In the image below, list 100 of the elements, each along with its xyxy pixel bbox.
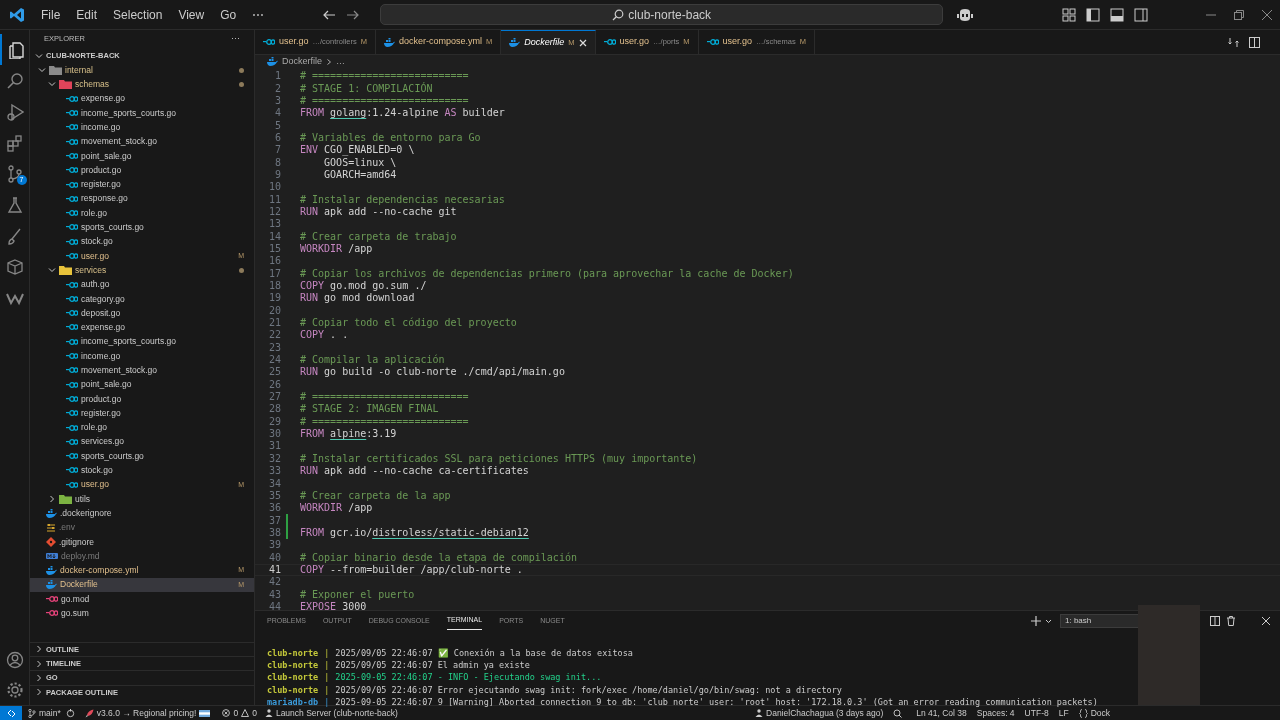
run-debug-icon[interactable] xyxy=(5,102,24,121)
file-tree-item[interactable]: auth.go xyxy=(30,277,254,292)
file-tree-item[interactable]: register.go xyxy=(30,177,254,192)
file-tree-item[interactable]: schemas xyxy=(30,77,254,92)
forward-arrow-icon xyxy=(346,8,361,21)
line-number: 39 xyxy=(267,539,282,552)
file-tree-item[interactable]: expense.go xyxy=(30,91,254,106)
whale-icon xyxy=(383,37,395,47)
file-tree-item[interactable]: .gitignore xyxy=(30,534,254,550)
go-file-icon xyxy=(66,366,78,375)
code-line: # Copiar todo el código del proyecto xyxy=(300,317,517,330)
file-tree-item[interactable]: movement_stock.go xyxy=(30,134,254,149)
branch-status[interactable]: main* xyxy=(28,706,61,720)
file-tree-item[interactable]: internal xyxy=(30,63,254,78)
go-file-icon xyxy=(66,109,78,118)
file-tree-item[interactable]: income_sports_courts.go xyxy=(30,105,254,121)
git-blame-status[interactable]: DanielChachagua (3 days ago) xyxy=(755,706,884,720)
code-line: # Variables de entorno para Go xyxy=(300,131,481,144)
log-message: 2025/09/05 22:46:07 El admin ya existe xyxy=(335,659,530,672)
cursor-position[interactable]: Ln 41, Col 38 xyxy=(916,706,967,720)
code-line: FROM golang:1.24-alpine AS builder xyxy=(300,107,505,120)
markdown-icon xyxy=(46,552,58,561)
line-number: 21 xyxy=(267,317,282,330)
file-tree-item[interactable]: response.go xyxy=(30,191,254,206)
language-mode[interactable]: Dock xyxy=(1078,706,1110,720)
file-tree-item[interactable]: product.go xyxy=(30,163,254,178)
go-file-icon xyxy=(66,423,78,432)
remote-indicator[interactable] xyxy=(0,706,22,720)
search-icon[interactable] xyxy=(5,71,24,90)
indentation-status[interactable]: Spaces: 4 xyxy=(976,706,1015,720)
line-ending-status[interactable]: LF xyxy=(1058,706,1069,720)
menu-item[interactable]: View xyxy=(170,5,213,24)
file-tree-item[interactable]: point_sale.go xyxy=(30,148,254,164)
go-file-icon xyxy=(66,352,78,361)
line-number: 36 xyxy=(267,502,282,515)
line-number: 3 xyxy=(273,94,282,107)
file-tree-item[interactable]: product.go xyxy=(30,391,254,407)
file-tree-item[interactable]: movement_stock.go xyxy=(30,363,254,378)
separator: | xyxy=(324,646,330,660)
go-file-icon xyxy=(66,94,78,103)
launch-status[interactable]: Launch Server (club-norte-back) xyxy=(264,706,398,720)
file-tree-item[interactable]: sports_courts.go xyxy=(30,220,254,235)
file-tree-item[interactable]: services.go xyxy=(30,434,254,449)
file-tree-item[interactable]: .dockerignore xyxy=(30,506,254,521)
toggle-sidebar-icon xyxy=(1086,7,1101,22)
file-tree-item[interactable]: utils xyxy=(30,491,254,507)
file-tree-item[interactable]: go.sum xyxy=(30,606,254,621)
extensions-icon[interactable] xyxy=(5,133,24,152)
line-number: 26 xyxy=(267,378,282,391)
problems-status[interactable]: 0 0 xyxy=(222,706,257,720)
terminal-select[interactable]: 1: bash xyxy=(1060,614,1140,628)
remote-icon xyxy=(6,708,16,718)
command-center-search[interactable]: club-norte-back xyxy=(380,4,944,25)
source-control-icon[interactable] xyxy=(5,164,24,183)
line-number: 28 xyxy=(267,403,282,416)
flask-icon[interactable] xyxy=(5,195,24,214)
menu-item[interactable]: Go xyxy=(212,5,245,24)
line-number: 22 xyxy=(267,329,282,342)
code-line: FROM alpine:3.19 xyxy=(300,428,397,441)
go-file-icon xyxy=(66,437,78,446)
file-tree-item[interactable]: expense.go xyxy=(30,320,254,335)
menu-item[interactable]: Selection xyxy=(105,5,171,24)
file-tree-item[interactable]: income_sports_courts.go xyxy=(30,334,254,349)
code-line: # STAGE 2: IMAGEN FINAL xyxy=(300,403,439,416)
breadcrumb-item[interactable]: Dockerfile xyxy=(282,54,322,69)
file-tree-item[interactable]: go.mod xyxy=(30,592,254,607)
file-tree-item[interactable]: role.go xyxy=(30,420,254,435)
braces-icon xyxy=(1078,708,1088,718)
file-tree-item[interactable]: services xyxy=(30,263,254,278)
menu-item[interactable]: Edit xyxy=(68,5,106,24)
cube-icon[interactable] xyxy=(5,257,24,276)
file-tree-item[interactable]: stock.go xyxy=(30,234,254,249)
separator: | xyxy=(324,683,330,697)
more-menu[interactable]: ⋯ xyxy=(244,5,273,24)
file-tree-item[interactable]: income.go xyxy=(30,348,254,364)
line-number: 13 xyxy=(267,218,282,231)
more-actions-button[interactable]: ··· xyxy=(231,32,240,46)
line-number: 42 xyxy=(267,576,282,589)
extension-status[interactable]: v3.6.0 → Regional pricing! xyxy=(84,706,211,720)
go-module-icon xyxy=(46,595,58,604)
menu-item[interactable]: File xyxy=(33,5,69,24)
file-tree-item[interactable]: deploy.md xyxy=(30,549,254,564)
file-tree-item[interactable]: category.go xyxy=(30,291,254,307)
encoding-status[interactable]: UTF-8 xyxy=(1024,706,1049,720)
file-tree-item[interactable]: register.go xyxy=(30,406,254,421)
split-editor-icon xyxy=(1249,36,1260,48)
file-tree-item[interactable]: stock.go xyxy=(30,463,254,478)
go-module-icon xyxy=(46,609,58,618)
file-tree-item[interactable]: sports_courts.go xyxy=(30,449,254,464)
chevron-down-icon xyxy=(1045,617,1052,625)
files-icon[interactable] xyxy=(6,40,25,59)
file-tree-item[interactable]: deposit.go xyxy=(30,306,254,321)
file-tree-item[interactable]: role.go xyxy=(30,205,254,221)
breadcrumb-item[interactable]: … xyxy=(336,54,345,69)
file-tree-item[interactable]: .env xyxy=(30,520,254,535)
line-number: 33 xyxy=(267,465,282,478)
file-tree-item[interactable]: point_sale.go xyxy=(30,377,254,392)
file-tree-item[interactable]: income.go xyxy=(30,120,254,135)
code-line: # Instalar certificados SSL para peticiones HTTPS (muy importante) xyxy=(300,452,698,465)
whale-icon xyxy=(509,38,521,47)
